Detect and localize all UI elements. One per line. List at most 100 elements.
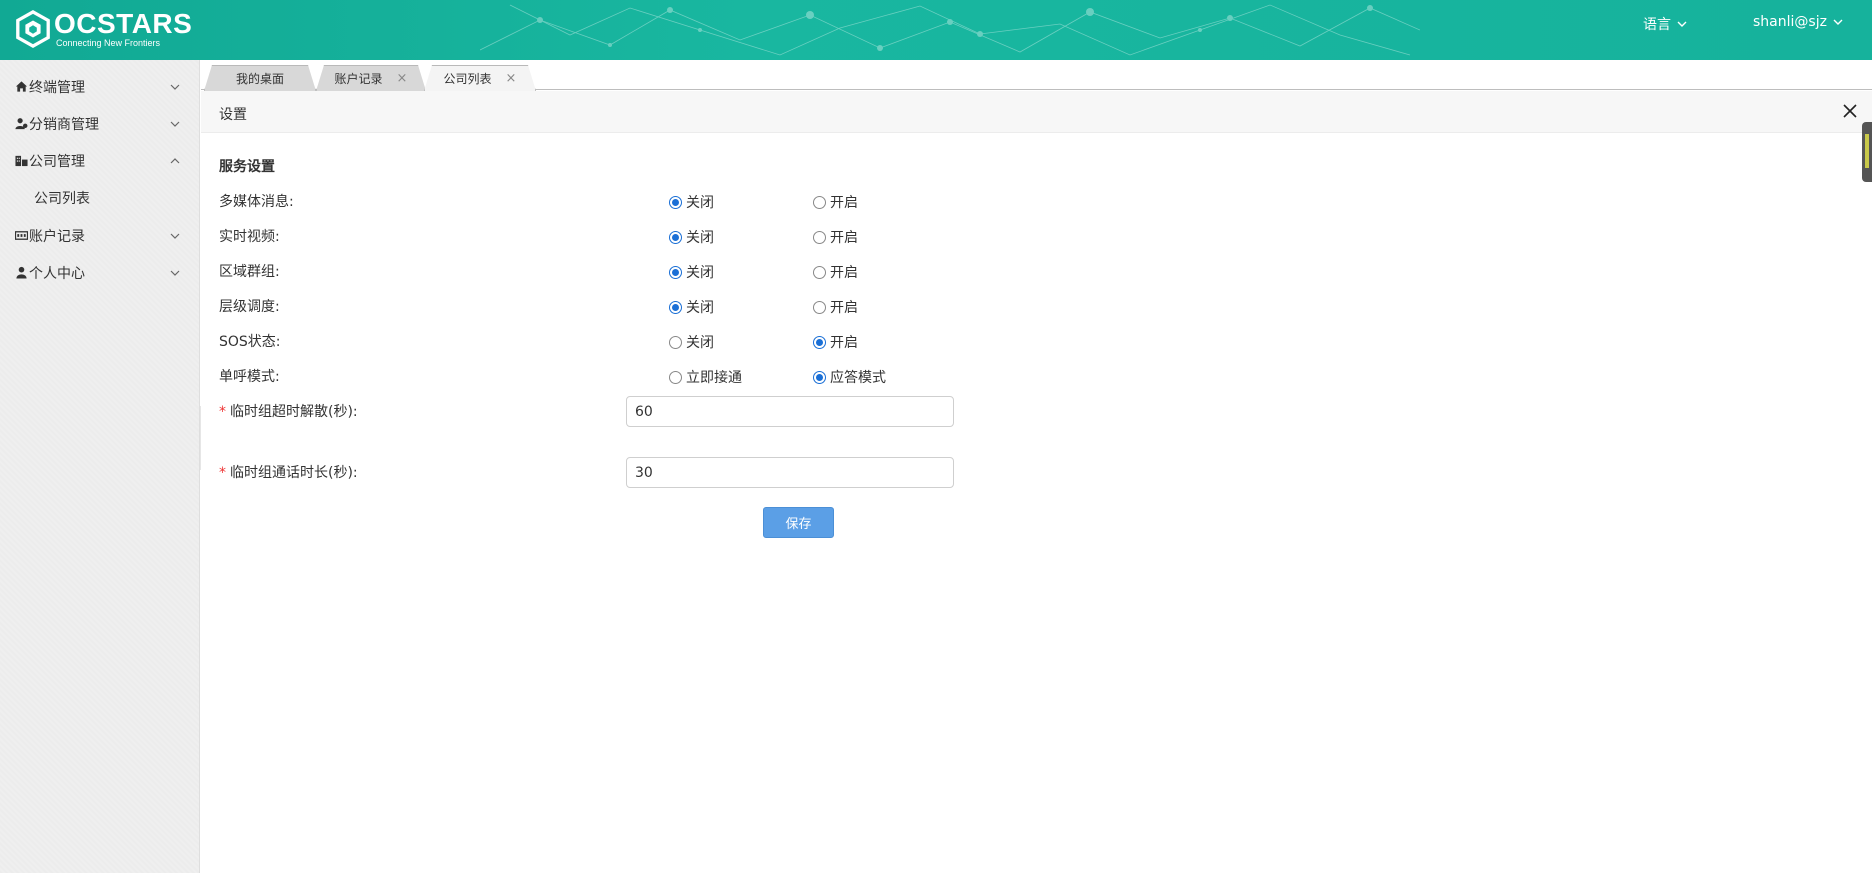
radio-answer-mode[interactable]: 应答模式 (813, 367, 886, 387)
sidebar-item-label: 终端管理 (29, 79, 85, 96)
radio-off[interactable]: 关闭 (669, 227, 714, 247)
ocstars-logo-icon (16, 10, 50, 48)
radio-dot (813, 300, 826, 314)
settings-panel: 设置 服务设置 多媒体消息: 关闭 开启 实时视频: 关闭 开启 区域群组: 关… (201, 91, 1872, 873)
radio-label: 关闭 (686, 265, 714, 281)
setting-label: SOS状态: (219, 334, 281, 350)
setting-label: 区域群组: (219, 264, 280, 280)
top-header: OCSTARS Connecting New Frontiers 语言 shan… (0, 0, 1872, 60)
radio-on[interactable]: 开启 (813, 192, 858, 212)
radio-dot (813, 370, 826, 384)
chevron-down-icon (170, 84, 180, 90)
temp-group-call-duration-input[interactable] (626, 457, 954, 488)
tab-label: 公司列表 (443, 72, 492, 86)
side-scroll-widget[interactable] (1862, 122, 1872, 182)
setting-label: 临时组通话时长(秒): (230, 465, 358, 481)
chevron-down-icon (170, 233, 180, 239)
logo-subtitle: Connecting New Frontiers (56, 38, 161, 48)
close-icon[interactable] (1842, 103, 1858, 119)
user-menu-label: shanli@sjz (1753, 14, 1827, 30)
sidebar: 终端管理 分销商管理 公司管理 公司列表 账户记录 个人中心 (0, 60, 200, 873)
radio-label: 应答模式 (830, 370, 886, 386)
tab-account-records[interactable]: 账户记录 × (316, 65, 426, 91)
temp-group-timeout-input[interactable] (626, 396, 954, 427)
chevron-down-icon (170, 270, 180, 276)
sidebar-item-label: 个人中心 (29, 265, 85, 282)
sidebar-item-distributor-management[interactable]: 分销商管理 (0, 105, 199, 142)
tab-bar: 我的桌面 账户记录 × 公司列表 × (201, 60, 1872, 90)
radio-dot (669, 195, 682, 209)
sidebar-item-company-management[interactable]: 公司管理 (0, 142, 199, 179)
radio-off[interactable]: 关闭 (669, 297, 714, 317)
sidebar-item-personal-center[interactable]: 个人中心 (0, 254, 199, 291)
radio-label: 开启 (830, 195, 858, 211)
radio-label: 开启 (830, 265, 858, 281)
radio-dot (813, 195, 826, 209)
radio-on[interactable]: 开启 (813, 227, 858, 247)
setting-label: 层级调度: (219, 299, 280, 315)
radio-label: 立即接通 (686, 370, 742, 386)
radio-label: 开启 (830, 300, 858, 316)
chevron-up-icon (170, 157, 180, 163)
required-mark: * (219, 465, 226, 481)
radio-instant-connect[interactable]: 立即接通 (669, 367, 742, 387)
sidebar-item-label: 公司管理 (29, 153, 85, 170)
setting-row-realtime-video: 实时视频: 关闭 开启 (219, 226, 1119, 246)
radio-on[interactable]: 开启 (813, 262, 858, 282)
tab-label: 账户记录 (334, 72, 383, 86)
sidebar-item-label: 分销商管理 (29, 116, 99, 133)
save-button[interactable]: 保存 (763, 507, 834, 538)
radio-label: 开启 (830, 335, 858, 351)
radio-on[interactable]: 开启 (813, 297, 858, 317)
language-menu-label: 语言 (1643, 17, 1671, 33)
network-pattern-decoration (480, 4, 1420, 56)
sidebar-item-account-records[interactable]: 账户记录 (0, 217, 199, 254)
chevron-down-icon (1677, 21, 1687, 27)
tab-my-desktop[interactable]: 我的桌面 (204, 65, 316, 91)
user-menu[interactable]: shanli@sjz (1753, 14, 1843, 30)
card-icon (15, 231, 28, 240)
radio-label: 开启 (830, 230, 858, 246)
radio-label: 关闭 (686, 230, 714, 246)
radio-off[interactable]: 关闭 (669, 332, 714, 352)
sidebar-item-terminal-management[interactable]: 终端管理 (0, 68, 199, 105)
logo-title: OCSTARS (54, 8, 193, 39)
radio-on[interactable]: 开启 (813, 332, 858, 352)
required-mark: * (219, 404, 226, 420)
setting-row-multimedia: 多媒体消息: 关闭 开启 (219, 191, 1119, 211)
users-icon (15, 118, 28, 130)
radio-label: 关闭 (686, 300, 714, 316)
radio-off[interactable]: 关闭 (669, 192, 714, 212)
chevron-down-icon (170, 121, 180, 127)
setting-label: 实时视频: (219, 229, 280, 245)
tab-company-list[interactable]: 公司列表 × (424, 65, 536, 91)
radio-dot (669, 230, 682, 244)
radio-dot (669, 335, 682, 349)
building-icon (15, 155, 28, 167)
setting-row-sos-status: SOS状态: 关闭 开启 (219, 331, 1119, 351)
sidebar-subitem-label: 公司列表 (34, 191, 90, 207)
setting-row-regional-group: 区域群组: 关闭 开启 (219, 261, 1119, 281)
home-icon (15, 81, 28, 92)
sidebar-subitem-company-list[interactable]: 公司列表 (0, 179, 199, 217)
setting-label: 临时组超时解散(秒): (230, 404, 358, 420)
setting-label: 多媒体消息: (219, 194, 294, 210)
language-menu[interactable]: 语言 (1643, 14, 1687, 34)
setting-row-hierarchical-dispatch: 层级调度: 关闭 开启 (219, 296, 1119, 316)
radio-dot (813, 265, 826, 279)
panel-title: 设置 (219, 107, 247, 123)
setting-row-single-call-mode: 单呼模式: 立即接通 应答模式 (219, 366, 1119, 386)
setting-label: 单呼模式: (219, 369, 280, 385)
radio-label: 关闭 (686, 335, 714, 351)
section-title: 服务设置 (219, 159, 275, 175)
panel-header: 设置 (201, 91, 1872, 133)
ocstars-logo[interactable]: OCSTARS Connecting New Frontiers (14, 10, 192, 48)
radio-dot (669, 370, 682, 384)
radio-off[interactable]: 关闭 (669, 262, 714, 282)
close-icon[interactable]: × (506, 71, 517, 86)
sidebar-item-label: 账户记录 (29, 228, 85, 245)
radio-dot (813, 230, 826, 244)
radio-dot (669, 265, 682, 279)
radio-dot (813, 335, 826, 349)
close-icon[interactable]: × (397, 71, 408, 86)
